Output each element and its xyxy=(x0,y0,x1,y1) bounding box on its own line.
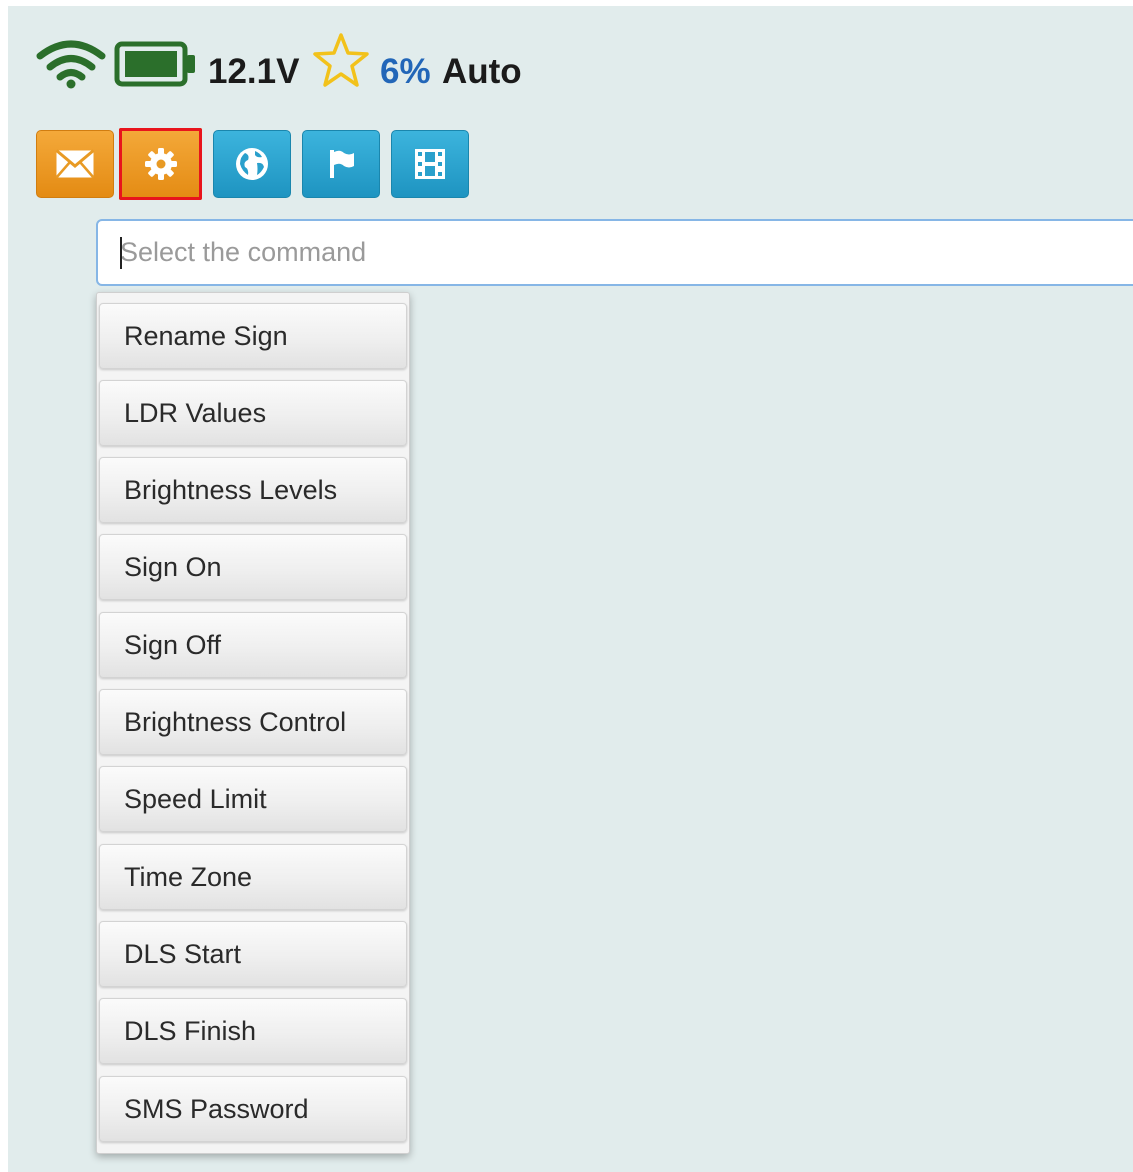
menu-item-sms-password[interactable]: SMS Password xyxy=(99,1076,407,1142)
settings-button[interactable] xyxy=(119,128,202,200)
film-icon xyxy=(415,149,445,179)
brightness-percent: 6% xyxy=(380,52,431,91)
menu-item-brightness-control[interactable]: Brightness Control xyxy=(99,689,407,755)
menu-item-rename-sign[interactable]: Rename Sign xyxy=(99,303,407,369)
globe-button[interactable] xyxy=(213,130,291,198)
gear-icon xyxy=(144,148,177,180)
envelope-icon xyxy=(55,149,95,179)
globe-icon xyxy=(236,148,268,180)
menu-item-dls-start[interactable]: DLS Start xyxy=(99,921,407,987)
messages-button[interactable] xyxy=(36,130,114,198)
command-select-input[interactable] xyxy=(96,219,1133,286)
menu-item-time-zone[interactable]: Time Zone xyxy=(99,844,407,910)
flag-icon xyxy=(330,150,354,178)
wifi-icon xyxy=(36,40,106,89)
brightness-mode: Auto xyxy=(442,52,522,91)
menu-item-dls-finish[interactable]: DLS Finish xyxy=(99,998,407,1064)
menu-item-sign-off[interactable]: Sign Off xyxy=(99,612,407,678)
menu-item-brightness-levels[interactable]: Brightness Levels xyxy=(99,457,407,523)
flag-button[interactable] xyxy=(302,130,380,198)
star-outline-icon xyxy=(313,33,369,87)
film-button[interactable] xyxy=(391,130,469,198)
menu-item-speed-limit[interactable]: Speed Limit xyxy=(99,766,407,832)
menu-item-ldr-values[interactable]: LDR Values xyxy=(99,380,407,446)
battery-icon xyxy=(114,41,195,87)
command-dropdown: Rename Sign LDR Values Brightness Levels… xyxy=(96,292,410,1154)
menu-item-sign-on[interactable]: Sign On xyxy=(99,534,407,600)
voltage-reading: 12.1V xyxy=(208,52,300,91)
text-caret xyxy=(120,237,122,269)
